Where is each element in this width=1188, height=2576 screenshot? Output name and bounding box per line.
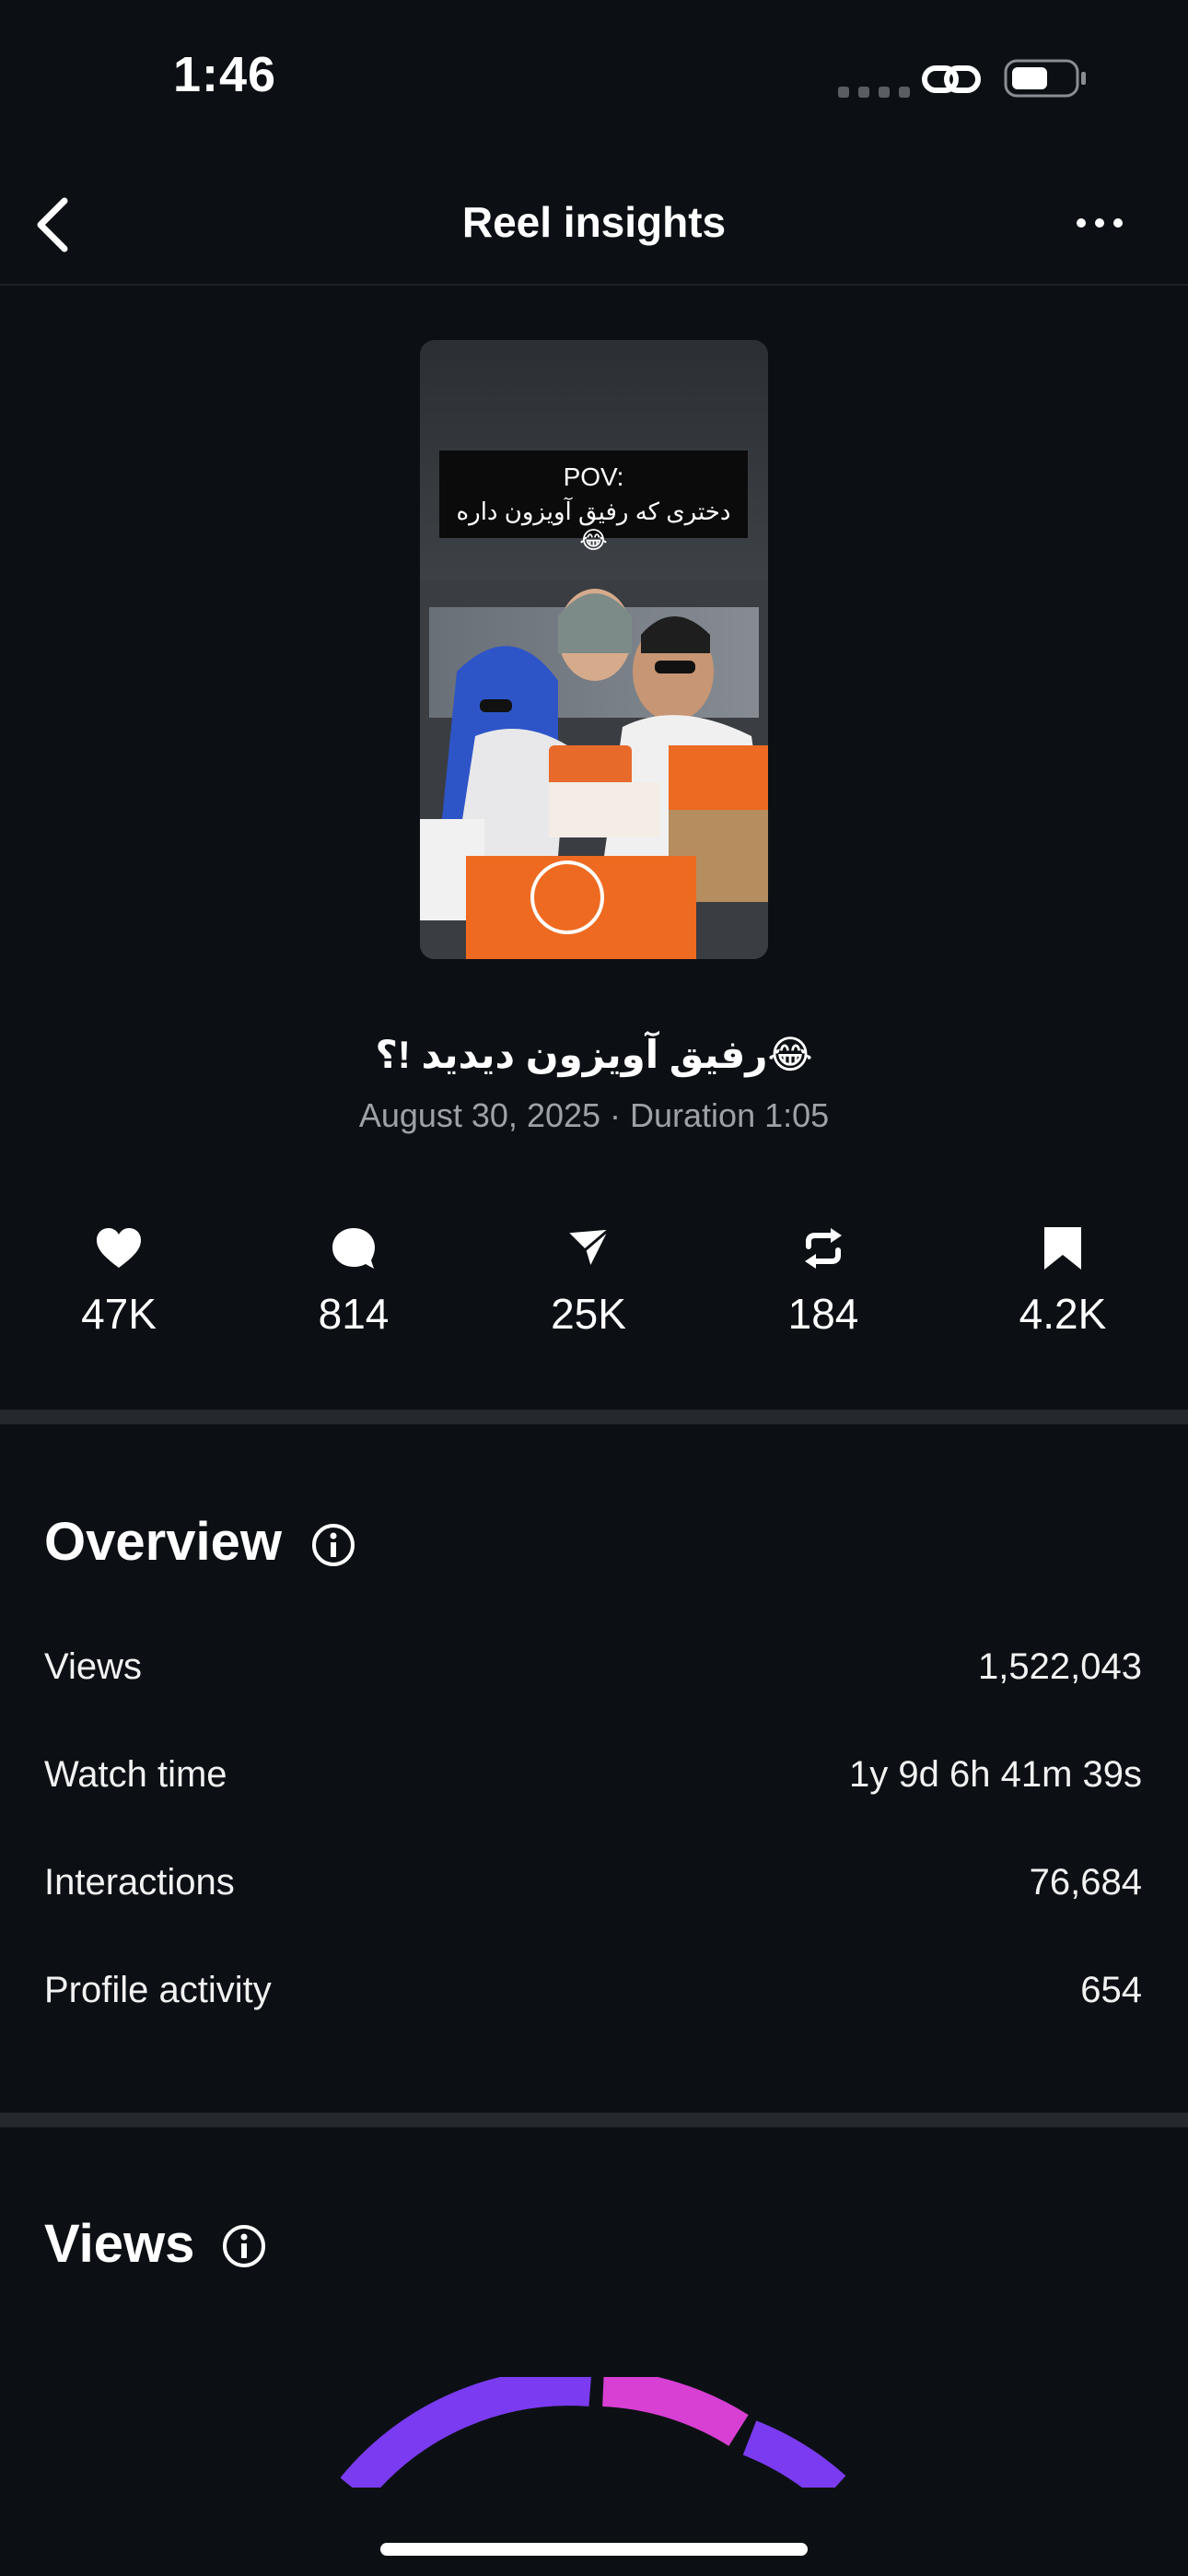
- comments-count: 814: [318, 1290, 390, 1338]
- more-options-button[interactable]: [1074, 205, 1125, 241]
- hotspot-link-icon: [921, 61, 982, 102]
- overview-label-interactions: Interactions: [44, 1862, 235, 1903]
- comments-stat[interactable]: 814: [252, 1221, 455, 1339]
- overview-title: Overview: [44, 1512, 282, 1572]
- status-time: 1:46: [173, 47, 277, 102]
- battery-icon: [1004, 59, 1086, 98]
- home-indicator[interactable]: [380, 2543, 808, 2556]
- reel-thumbnail[interactable]: [420, 340, 768, 959]
- thumbnail-caption-line2: دختری که رفیق آویزون داره 😂: [456, 498, 731, 554]
- send-icon: [487, 1221, 690, 1276]
- overview-label-views: Views: [44, 1646, 142, 1687]
- reel-meta: August 30, 2025 · Duration 1:05: [358, 1096, 830, 1134]
- bookmark-icon: [961, 1221, 1164, 1276]
- reposts-count: 184: [787, 1290, 859, 1338]
- overview-value-profile-activity: 654: [1080, 1970, 1142, 2010]
- reposts-stat[interactable]: 184: [722, 1221, 925, 1339]
- repost-icon: [722, 1221, 925, 1276]
- overview-label-profile-activity: Profile activity: [44, 1970, 272, 2010]
- heart-icon: [17, 1221, 220, 1276]
- shares-count: 25K: [551, 1290, 626, 1338]
- header-divider: [0, 284, 1188, 286]
- likes-count: 47K: [81, 1290, 157, 1338]
- cellular-signal-icon: [838, 87, 910, 98]
- shares-stat[interactable]: 25K: [487, 1221, 690, 1339]
- overview-value-views: 1,522,043: [978, 1646, 1142, 1687]
- comment-icon: [252, 1221, 455, 1276]
- saves-stat[interactable]: 4.2K: [961, 1221, 1164, 1339]
- page-title: Reel insights: [461, 198, 727, 246]
- reel-caption: رفیق آویزون دیدید !؟😂: [375, 1033, 813, 1076]
- overview-label-watch-time: Watch time: [44, 1754, 227, 1795]
- section-divider: [0, 1410, 1188, 1424]
- info-icon[interactable]: [221, 2223, 267, 2274]
- overview-value-interactions: 76,684: [1029, 1862, 1142, 1903]
- reel-thumbnail-image: [420, 340, 768, 959]
- views-donut-chart: [341, 2377, 847, 2488]
- info-icon[interactable]: [310, 1522, 356, 1573]
- more-horizontal-icon: [1077, 218, 1123, 228]
- saves-count: 4.2K: [1019, 1290, 1107, 1338]
- section-divider: [0, 2113, 1188, 2127]
- thumbnail-caption-line1: POV:: [563, 463, 624, 491]
- overview-value-watch-time: 1y 9d 6h 41m 39s: [849, 1754, 1142, 1795]
- views-title: Views: [44, 2214, 195, 2274]
- likes-stat[interactable]: 47K: [17, 1221, 220, 1339]
